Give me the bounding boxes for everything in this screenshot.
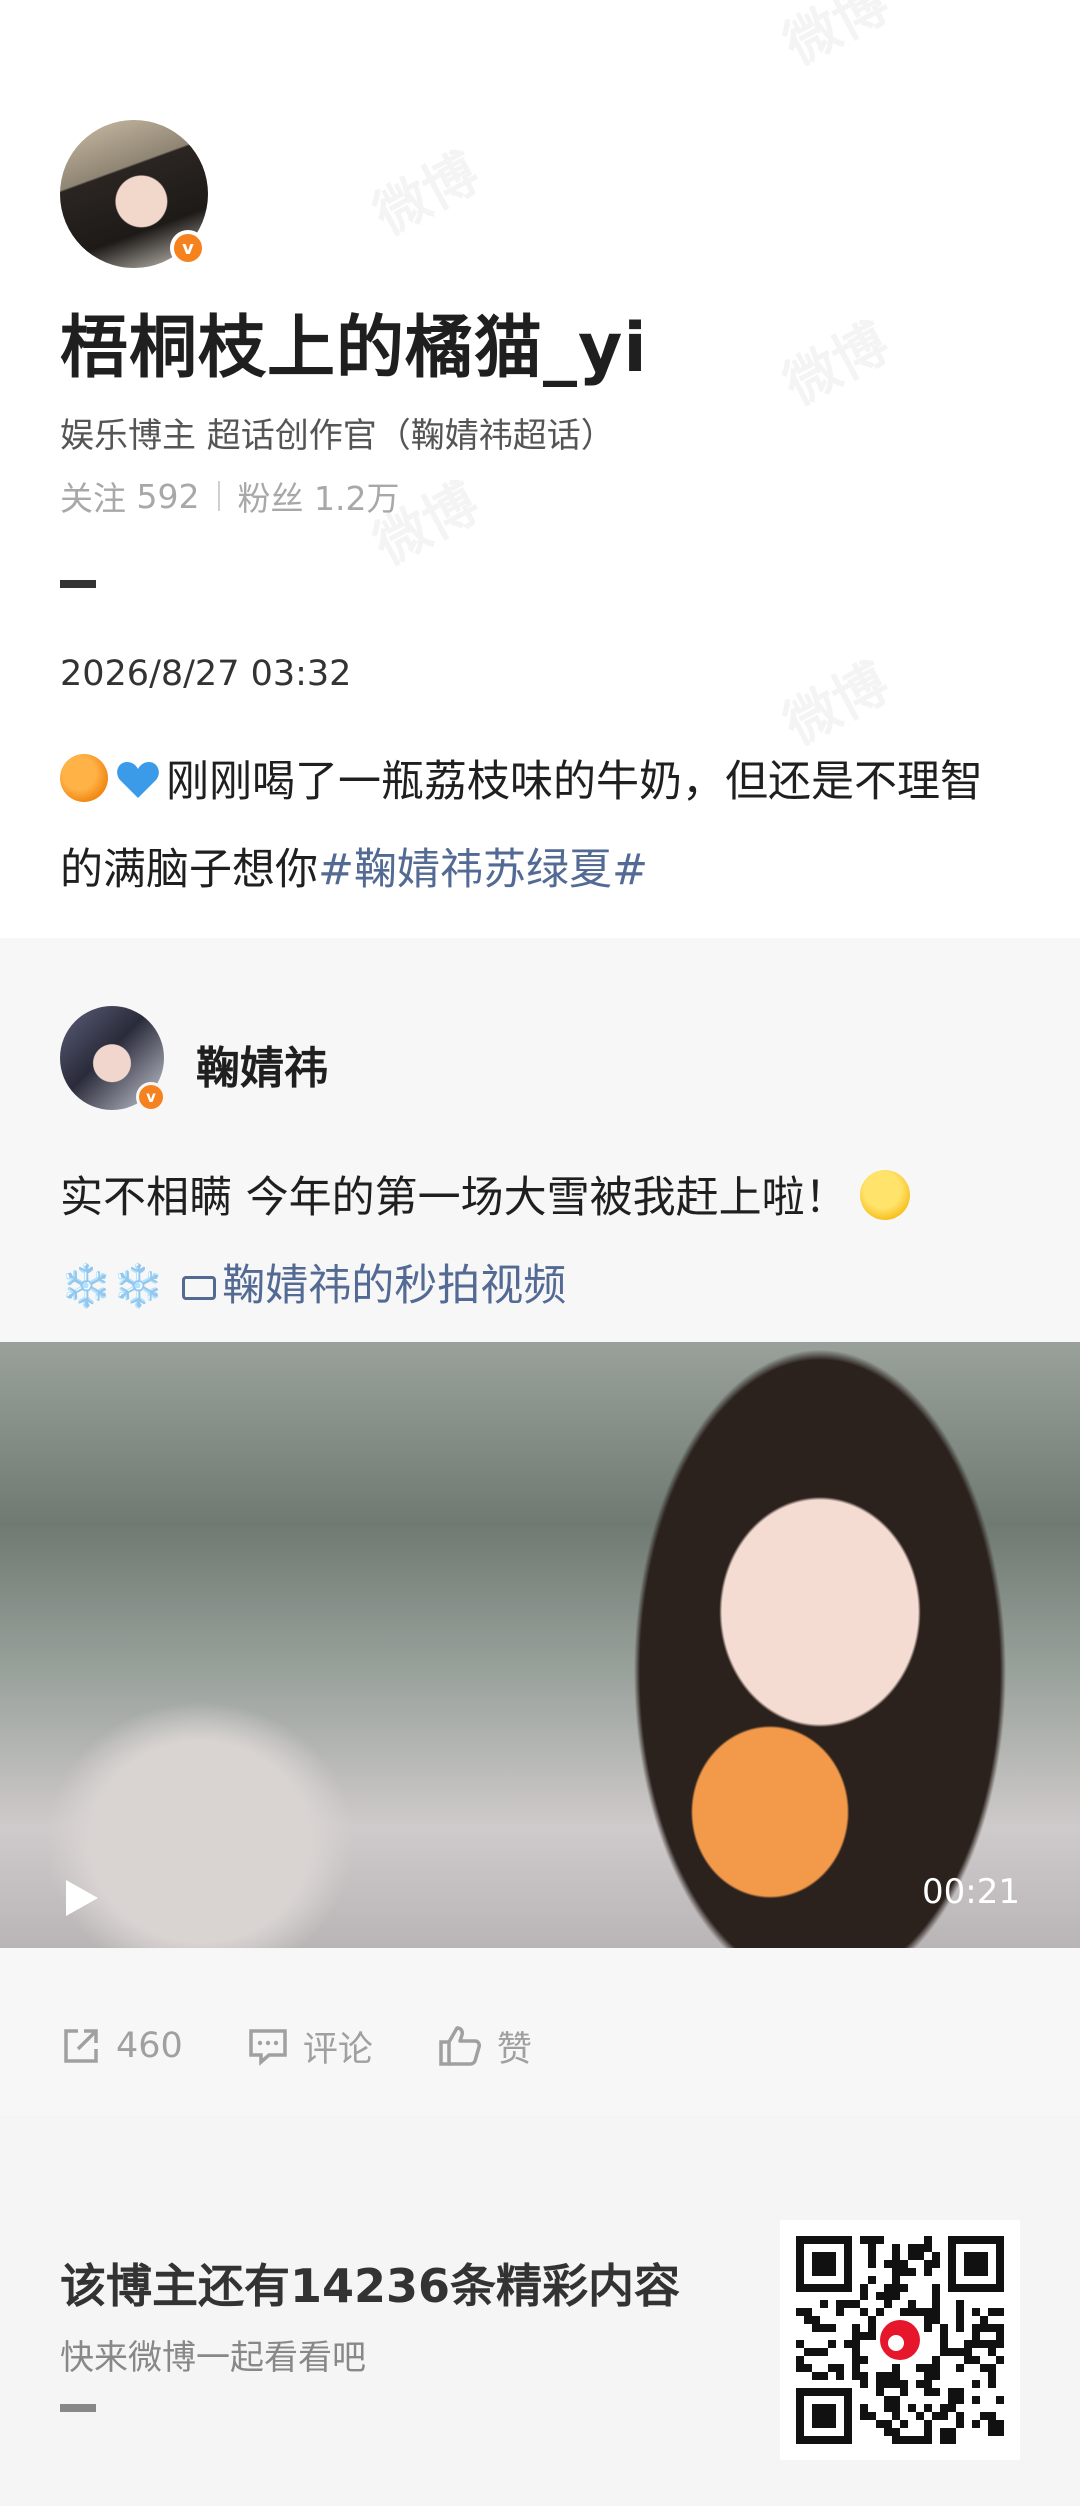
action-bar: 460 评论 赞 <box>0 2006 1080 2086</box>
watermark: 微博 <box>768 0 900 80</box>
repost-author-name[interactable]: 鞠婧祎 <box>196 1032 328 1096</box>
footer-promo[interactable]: 该博主还有14236条精彩内容 快来微博一起看看吧 <box>0 2116 1080 2506</box>
repost-text: 实不相瞒 今年的第一场大雪被我赶上啦！ ❄️❄️ 鞠婧祎的秒拍视频 <box>60 1154 1020 1330</box>
watermark: 微博 <box>768 299 900 419</box>
video-duration: 00:21 <box>922 1872 1020 1912</box>
stats-divider <box>217 481 220 511</box>
watermark: 微博 <box>358 129 490 249</box>
section-divider <box>60 580 96 588</box>
profile-stats: 关注 592 粉丝 1.2万 <box>60 472 399 520</box>
following-label: 关注 <box>60 479 126 518</box>
qr-code-graphic <box>796 2236 1004 2444</box>
orange-emoji-icon <box>60 754 108 802</box>
share-icon <box>64 2029 98 2063</box>
repost-body: 实不相瞒 今年的第一场大雪被我赶上啦！ <box>60 1173 848 1223</box>
post-text: 刚刚喝了一瓶荔枝味的牛奶，但还是不理智的满脑子想你#鞠婧祎苏绿夏# <box>60 738 1020 914</box>
like-label: 赞 <box>496 2029 532 2070</box>
verified-badge-icon: v <box>136 1082 166 1112</box>
smile-emoji-icon <box>859 1170 910 1220</box>
topic-link[interactable]: #鞠婧祎苏绿夏# <box>318 845 648 895</box>
comment-label: 评论 <box>302 2029 373 2070</box>
profile-avatar[interactable]: v <box>60 120 208 268</box>
video-player[interactable]: 00:21 <box>0 1342 1080 1948</box>
qr-code-icon[interactable] <box>780 2220 1020 2460</box>
followers-label: 粉丝 <box>237 479 304 518</box>
username[interactable]: 梧桐枝上的橘猫_yi <box>60 292 648 391</box>
snowflake-emoji-icon: ❄️❄️ <box>60 1261 165 1310</box>
footer-subtitle: 快来微博一起看看吧 <box>60 2338 366 2378</box>
repost-author-avatar[interactable]: v <box>60 1006 166 1112</box>
video-link-label: 鞠婧祎的秒拍视频 <box>222 1261 567 1311</box>
verified-badge-icon: v <box>170 230 206 266</box>
post-timestamp: 2026/8/27 03:32 <box>60 654 352 694</box>
profile-tagline: 娱乐博主 超话创作官（鞠婧祎超话） <box>60 416 615 456</box>
blue-heart-icon <box>117 762 159 798</box>
repost-count: 460 <box>116 2026 183 2066</box>
thumbs-up-icon <box>439 2026 481 2066</box>
video-link[interactable]: 鞠婧祎的秒拍视频 <box>182 1261 566 1311</box>
comment-button[interactable]: 评论 <box>247 2021 373 2072</box>
repost-button[interactable]: 460 <box>60 2025 183 2067</box>
footer-title: 该博主还有14236条精彩内容 <box>60 2259 681 2313</box>
repost-card[interactable]: v 鞠婧祎 实不相瞒 今年的第一场大雪被我赶上啦！ ❄️❄️ 鞠婧祎的秒拍视频 … <box>0 938 1080 2118</box>
comment-icon <box>249 2029 287 2066</box>
followers-count: 1.2万 <box>314 479 400 518</box>
video-camera-icon <box>182 1276 217 1300</box>
play-icon[interactable] <box>66 1880 98 1916</box>
following-count: 592 <box>136 476 200 516</box>
like-button[interactable]: 赞 <box>437 2021 532 2072</box>
footer-divider <box>60 2404 96 2412</box>
